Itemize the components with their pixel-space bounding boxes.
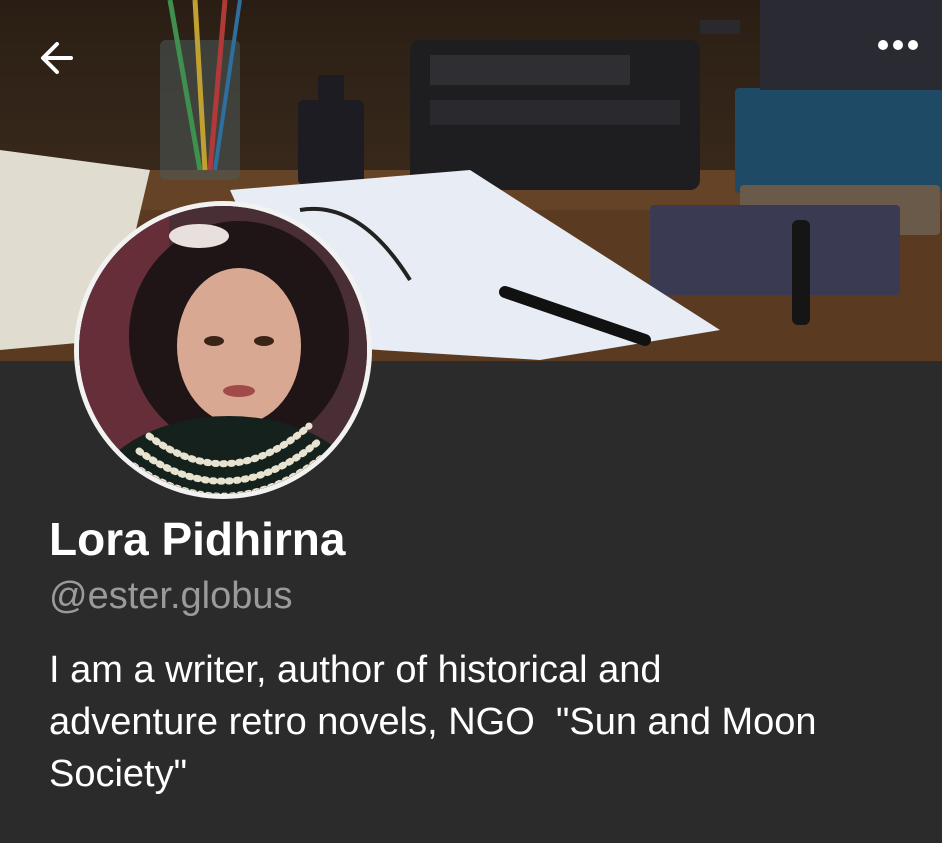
profile-bio: I am a writer, author of historical and … bbox=[49, 649, 817, 795]
back-button[interactable] bbox=[37, 38, 97, 98]
more-horizontal-icon bbox=[878, 40, 918, 50]
profile-handle: @ester.globus bbox=[49, 575, 293, 617]
avatar[interactable] bbox=[74, 201, 372, 499]
arrow-left-icon bbox=[41, 42, 73, 74]
profile-photo bbox=[79, 206, 367, 494]
profile-name: Lora Pidhirna bbox=[49, 513, 346, 565]
more-options-button[interactable] bbox=[876, 38, 936, 98]
